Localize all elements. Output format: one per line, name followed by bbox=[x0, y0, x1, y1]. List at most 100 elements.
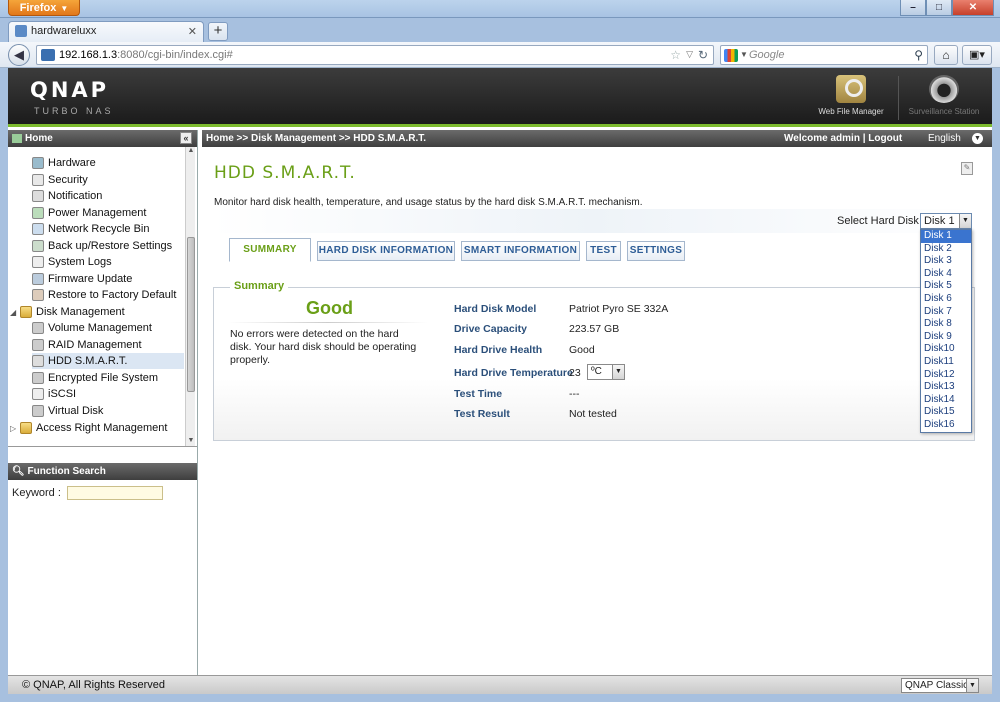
tree-item-hdd-smart[interactable]: HDD S.M.A.R.T. bbox=[32, 353, 184, 369]
addons-menu-button[interactable]: ▣▾ bbox=[962, 45, 992, 65]
tree-item-security[interactable]: Security bbox=[32, 172, 88, 188]
tab-hard-disk-information[interactable]: HARD DISK INFORMATION bbox=[317, 241, 455, 261]
google-icon[interactable] bbox=[724, 49, 738, 62]
health-status: Good bbox=[306, 298, 353, 318]
close-tab-icon[interactable]: ✕ bbox=[188, 25, 197, 38]
expand-triangle-icon[interactable]: ▷ bbox=[10, 421, 18, 437]
language-label[interactable]: English bbox=[928, 130, 961, 147]
page-description: Monitor hard disk health, temperature, a… bbox=[214, 197, 643, 208]
restore-icon bbox=[32, 289, 44, 302]
left-navigation-panel: Home « Hardware Security Notification Po… bbox=[8, 130, 198, 675]
site-identity-icon[interactable] bbox=[41, 49, 55, 61]
keyword-input[interactable] bbox=[66, 486, 163, 500]
tree-item-system-logs[interactable]: System Logs bbox=[32, 254, 112, 270]
disk-option[interactable]: Disk 7 bbox=[921, 306, 971, 319]
surveillance-station-button[interactable]: Surveillance Station bbox=[904, 75, 984, 116]
disk-option[interactable]: Disk 6 bbox=[921, 293, 971, 306]
disk-option[interactable]: Disk10 bbox=[921, 343, 971, 356]
disk-option[interactable]: Disk16 bbox=[921, 419, 971, 432]
header-divider bbox=[898, 76, 899, 120]
tree-item-power-management[interactable]: Power Management bbox=[32, 205, 146, 221]
tree-item-raid-management[interactable]: RAID Management bbox=[32, 337, 142, 353]
tree-item-virtual-disk[interactable]: Virtual Disk bbox=[32, 403, 103, 419]
recycle-bin-icon bbox=[32, 223, 44, 236]
tab-smart-information[interactable]: SMART INFORMATION bbox=[461, 241, 580, 261]
collapse-triangle-icon[interactable]: ◢ bbox=[10, 305, 18, 321]
disk-option[interactable]: Disk13 bbox=[921, 381, 971, 394]
tree-item-backup-restore[interactable]: Back up/Restore Settings bbox=[32, 238, 172, 254]
browser-tab[interactable]: hardwareluxx ✕ bbox=[8, 21, 204, 42]
chevron-down-icon[interactable]: ▼ bbox=[966, 679, 978, 692]
url-history-dropdown-icon[interactable]: ▽ bbox=[686, 49, 693, 60]
tab-test[interactable]: TEST bbox=[586, 241, 621, 261]
tree-item-firmware-update[interactable]: Firmware Update bbox=[32, 271, 132, 287]
tree-item-volume-management[interactable]: Volume Management bbox=[32, 320, 152, 336]
welcome-logout[interactable]: Welcome admin | Logout bbox=[784, 130, 902, 147]
scroll-down-arrow-icon[interactable]: ▼ bbox=[186, 437, 196, 446]
chevron-down-icon[interactable]: ▼ bbox=[612, 365, 624, 379]
home-header[interactable]: Home « bbox=[8, 130, 197, 147]
disk-option[interactable]: Disk11 bbox=[921, 356, 971, 369]
search-engine-dropdown-icon[interactable]: ▼ bbox=[740, 50, 748, 59]
reload-icon[interactable]: ↻ bbox=[698, 48, 708, 62]
tree-item-notification[interactable]: Notification bbox=[32, 188, 102, 204]
tree-item-hardware[interactable]: Hardware bbox=[32, 155, 96, 171]
close-window-button[interactable]: ✕ bbox=[952, 0, 994, 16]
temperature-unit-select[interactable]: ºC ▼ bbox=[587, 364, 625, 380]
edit-note-icon[interactable]: ✎ bbox=[961, 162, 973, 175]
chevron-down-icon[interactable]: ▼ bbox=[959, 214, 971, 228]
web-file-manager-icon bbox=[836, 75, 866, 103]
window-border-left bbox=[0, 68, 8, 694]
collapse-panel-button[interactable]: « bbox=[180, 132, 192, 144]
minimize-button[interactable]: – bbox=[900, 0, 926, 16]
tree-item-iscsi[interactable]: iSCSI bbox=[32, 386, 76, 402]
url-text: 192.168.1.3:8080/cgi-bin/index.cgi# bbox=[59, 49, 233, 61]
keyword-row: Keyword : bbox=[8, 480, 197, 506]
disk-option[interactable]: Disk 5 bbox=[921, 280, 971, 293]
magnifier-icon: 🔍︎ bbox=[12, 466, 25, 477]
disk-option[interactable]: Disk 9 bbox=[921, 331, 971, 344]
tree-item-encrypted-file-system[interactable]: Encrypted File System bbox=[32, 370, 158, 386]
disk-option[interactable]: Disk 3 bbox=[921, 255, 971, 268]
navigation-tree: Hardware Security Notification Power Man… bbox=[8, 147, 197, 447]
back-button[interactable]: ◀ bbox=[8, 44, 30, 66]
select-hard-disk-label: Select Hard Disk bbox=[837, 215, 919, 227]
disk-option[interactable]: Disk14 bbox=[921, 394, 971, 407]
maximize-button[interactable]: □ bbox=[926, 0, 952, 16]
tab-strip: hardwareluxx ✕ + bbox=[0, 18, 1000, 42]
disk-option[interactable]: Disk12 bbox=[921, 369, 971, 382]
url-bar[interactable]: 192.168.1.3:8080/cgi-bin/index.cgi# ☆ ▽ … bbox=[36, 45, 714, 65]
tree-item-restore-factory-default[interactable]: Restore to Factory Default bbox=[32, 287, 176, 303]
home-button[interactable]: ⌂ bbox=[934, 45, 958, 65]
tree-item-network-recycle-bin[interactable]: Network Recycle Bin bbox=[32, 221, 149, 237]
bookmark-star-icon[interactable]: ☆ bbox=[670, 48, 681, 62]
scroll-up-arrow-icon[interactable]: ▲ bbox=[186, 147, 196, 157]
firefox-menu-button[interactable]: Firefox ▼ bbox=[8, 0, 80, 16]
disk-option[interactable]: Disk15 bbox=[921, 406, 971, 419]
tab-settings[interactable]: SETTINGS bbox=[627, 241, 685, 261]
disk-option[interactable]: Disk 2 bbox=[921, 243, 971, 256]
language-dropdown-icon[interactable]: ▼ bbox=[972, 133, 983, 144]
theme-select[interactable]: QNAP Classic ▼ bbox=[901, 678, 979, 693]
hard-disk-dropdown-list[interactable]: Disk 1 Disk 2 Disk 3 Disk 4 Disk 5 Disk … bbox=[920, 229, 972, 433]
tree-scrollbar[interactable]: ▲ ▼ bbox=[185, 147, 196, 446]
disk-option[interactable]: Disk 8 bbox=[921, 318, 971, 331]
qnap-logo: QNAP bbox=[30, 78, 110, 102]
page-footer: © QNAP, All Rights Reserved QNAP Classic… bbox=[8, 675, 992, 694]
tab-summary[interactable]: SUMMARY bbox=[229, 238, 311, 262]
web-file-manager-button[interactable]: Web File Manager bbox=[812, 75, 890, 116]
new-tab-button[interactable]: + bbox=[208, 22, 228, 41]
chevron-down-icon: ▼ bbox=[60, 4, 69, 13]
tree-item-access-right-management[interactable]: ▷ Access Right Management bbox=[10, 420, 167, 436]
hard-disk-select[interactable]: Disk 1 ▼ bbox=[920, 213, 972, 229]
search-bar[interactable]: ▼ Google ⚲ bbox=[720, 45, 928, 65]
encrypted-icon bbox=[32, 372, 44, 385]
disk-option[interactable]: Disk 1 bbox=[921, 230, 971, 243]
tree-item-disk-management[interactable]: ◢ Disk Management bbox=[10, 304, 125, 320]
firmware-icon bbox=[32, 273, 44, 286]
disk-option[interactable]: Disk 4 bbox=[921, 268, 971, 281]
search-icon[interactable]: ⚲ bbox=[914, 48, 923, 62]
summary-legend: Summary bbox=[230, 280, 289, 292]
scrollbar-thumb[interactable] bbox=[187, 237, 195, 392]
folder-icon bbox=[20, 422, 32, 435]
